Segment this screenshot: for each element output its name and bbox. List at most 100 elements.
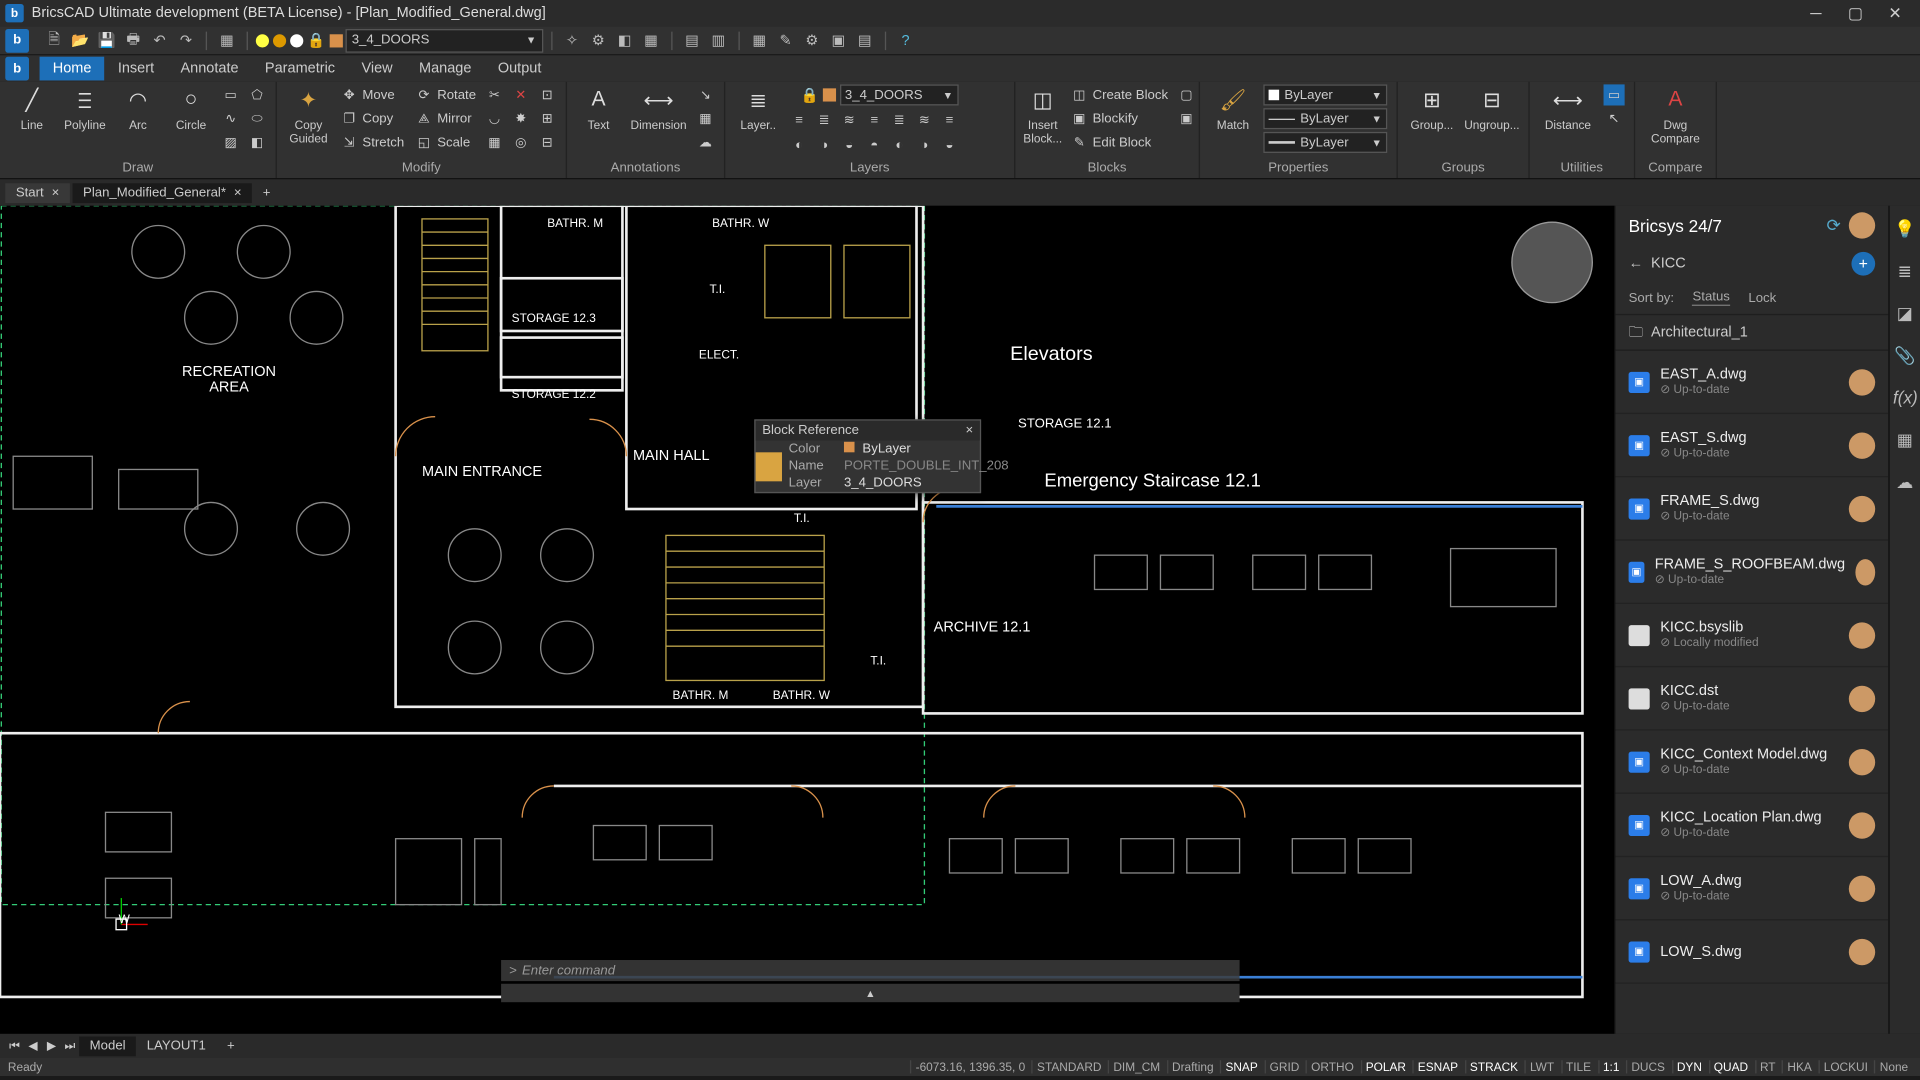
color-swatch-icon[interactable]	[822, 88, 835, 101]
close-icon[interactable]: ×	[965, 423, 973, 438]
tool-icon[interactable]: ⊟	[537, 132, 558, 153]
match-button[interactable]: 🖌Match	[1208, 84, 1258, 131]
color-combo[interactable]: ByLayer▼	[1263, 84, 1387, 105]
open-icon[interactable]: 📂	[69, 28, 93, 52]
fillet-icon[interactable]: ◡	[484, 108, 505, 129]
select-icon[interactable]: ▭	[1604, 84, 1625, 105]
undo-icon[interactable]: ↶	[148, 28, 172, 52]
tab-annotate[interactable]: Annotate	[167, 57, 251, 81]
trim-icon[interactable]: ✂	[484, 84, 505, 105]
file-item[interactable]: ▣ FRAME_S_ROOFBEAM.dwg ⊘ Up-to-date	[1615, 541, 1888, 604]
compass-icon[interactable]	[1511, 222, 1593, 304]
status-coords[interactable]: -6073.16, 1396.35, 0	[910, 1060, 1029, 1073]
layer-tool-icon[interactable]: ◑	[914, 135, 935, 156]
file-item[interactable]: KICC.bsyslib ⊘ Locally modified	[1615, 604, 1888, 667]
text-button[interactable]: AText	[575, 84, 622, 131]
layer-tool-icon[interactable]: ◓	[864, 135, 885, 156]
tab-manage[interactable]: Manage	[406, 57, 485, 81]
layer-tool-icon[interactable]: ◐	[789, 135, 810, 156]
tool-icon[interactable]: ⊡	[537, 84, 558, 105]
tool-icon[interactable]: ▣	[826, 28, 850, 52]
status-toggle[interactable]: LWT	[1525, 1060, 1558, 1073]
tool-icon[interactable]: ▦	[747, 28, 771, 52]
layer-tool-icon[interactable]: ≡	[939, 109, 960, 130]
status-toggle[interactable]: DUCS	[1626, 1060, 1669, 1073]
folder-row[interactable]: 🗀 Architectural_1	[1615, 314, 1888, 351]
status-toggle[interactable]: 1:1	[1598, 1060, 1624, 1073]
tab-model[interactable]: Model	[79, 1036, 136, 1056]
tool-icon[interactable]: ▤	[853, 28, 877, 52]
layer-tool-icon[interactable]: ≣	[814, 109, 835, 130]
bulb-icon[interactable]: 💡	[1893, 219, 1917, 243]
layer-dropdown[interactable]: 3_4_DOORS▼	[840, 84, 959, 105]
status-toggle[interactable]: ORTHO	[1306, 1060, 1358, 1073]
last-icon[interactable]: ⏭	[61, 1036, 79, 1054]
layer-tool-icon[interactable]: ≣	[889, 109, 910, 130]
print-icon[interactable]: 🖶	[121, 28, 145, 52]
file-item[interactable]: ▣ LOW_S.dwg	[1615, 920, 1888, 983]
back-icon[interactable]: ←	[1629, 256, 1644, 272]
layers-icon[interactable]: ≣	[1893, 261, 1917, 285]
polyline-button[interactable]: ⲶPolyline	[61, 84, 109, 131]
status-toggle[interactable]: STRACK	[1465, 1060, 1522, 1073]
status-toggle[interactable]: POLAR	[1360, 1060, 1409, 1073]
status-toggle[interactable]: HKA	[1782, 1060, 1816, 1073]
cloud-icon[interactable]: ☁	[1893, 472, 1917, 496]
blockify-button[interactable]: ▣Blockify	[1068, 108, 1171, 129]
layer-button[interactable]: ≣Layer..	[733, 84, 783, 131]
avatar[interactable]	[1849, 212, 1875, 238]
fx-icon[interactable]: f(x)	[1893, 388, 1917, 412]
layer-combo[interactable]: 3_4_DOORS ▼	[345, 28, 543, 52]
status-toggle[interactable]: Drafting	[1167, 1060, 1218, 1073]
cloud-icon[interactable]: ☁	[695, 132, 716, 153]
status-toggle[interactable]: DYN	[1672, 1060, 1706, 1073]
status-toggle[interactable]: RT	[1755, 1060, 1780, 1073]
tab-view[interactable]: View	[348, 57, 406, 81]
tool-icon[interactable]: ◧	[613, 28, 637, 52]
tool-icon[interactable]: ▦	[639, 28, 663, 52]
prev-icon[interactable]: ◀	[24, 1036, 42, 1054]
file-item[interactable]: ▣ KICC_Context Model.dwg ⊘ Up-to-date	[1615, 731, 1888, 794]
lock-icon[interactable]: 🔒	[800, 86, 818, 103]
tab-home[interactable]: Home	[40, 57, 105, 81]
mirror-button[interactable]: ⟁Mirror	[412, 108, 479, 129]
command-line-input[interactable]: Enter command	[501, 960, 1239, 981]
table-icon[interactable]: ▦	[695, 108, 716, 129]
tab-parametric[interactable]: Parametric	[252, 57, 349, 81]
add-button[interactable]: +	[1851, 252, 1875, 276]
status-toggle[interactable]: TILE	[1561, 1060, 1595, 1073]
tool-icon[interactable]: ⚙	[586, 28, 610, 52]
insert-block-button[interactable]: ◫Insert Block...	[1023, 84, 1062, 145]
status-toggle[interactable]: QUAD	[1708, 1060, 1752, 1073]
freeze-icon[interactable]	[290, 34, 303, 47]
status-toggle[interactable]: LOCKUI	[1818, 1060, 1871, 1073]
refresh-icon[interactable]: ⟳	[1827, 215, 1841, 236]
spline-icon[interactable]: ∿	[220, 108, 241, 129]
close-button[interactable]: ✕	[1875, 4, 1915, 22]
polygon-icon[interactable]: ⬠	[247, 84, 268, 105]
offset-icon[interactable]: ◎	[510, 132, 531, 153]
maximize-button[interactable]: ▢	[1836, 4, 1876, 22]
layer-tool-icon[interactable]: ≡	[789, 109, 810, 130]
array-icon[interactable]: ▦	[484, 132, 505, 153]
layer-state-icons[interactable]: 🔒	[256, 32, 343, 49]
minimize-button[interactable]: ─	[1796, 4, 1836, 22]
workspace-icon[interactable]: ▦	[215, 28, 239, 52]
color-swatch-icon[interactable]	[329, 34, 342, 47]
add-layout-button[interactable]: +	[216, 1036, 245, 1056]
sort-status[interactable]: Status	[1693, 290, 1730, 306]
sun-icon[interactable]	[256, 34, 269, 47]
app-menu2-button[interactable]: b	[5, 57, 29, 81]
group-button[interactable]: ⊞Group...	[1406, 84, 1458, 131]
dimension-button[interactable]: ⟷Dimension	[627, 84, 689, 131]
file-item[interactable]: ▣ KICC_Location Plan.dwg ⊘ Up-to-date	[1615, 794, 1888, 857]
block-tool-icon[interactable]: ▢	[1176, 84, 1197, 105]
line-button[interactable]: ╱Line	[8, 84, 56, 131]
copy-guided-button[interactable]: ✦Copy Guided	[285, 84, 332, 145]
sun2-icon[interactable]	[273, 34, 286, 47]
file-item[interactable]: ▣ EAST_S.dwg ⊘ Up-to-date	[1615, 414, 1888, 477]
layer-tool-icon[interactable]: ≡	[864, 109, 885, 130]
close-icon[interactable]: ×	[52, 185, 60, 200]
erase-icon[interactable]: ✕	[510, 84, 531, 105]
tab-layout1[interactable]: LAYOUT1	[136, 1036, 216, 1056]
